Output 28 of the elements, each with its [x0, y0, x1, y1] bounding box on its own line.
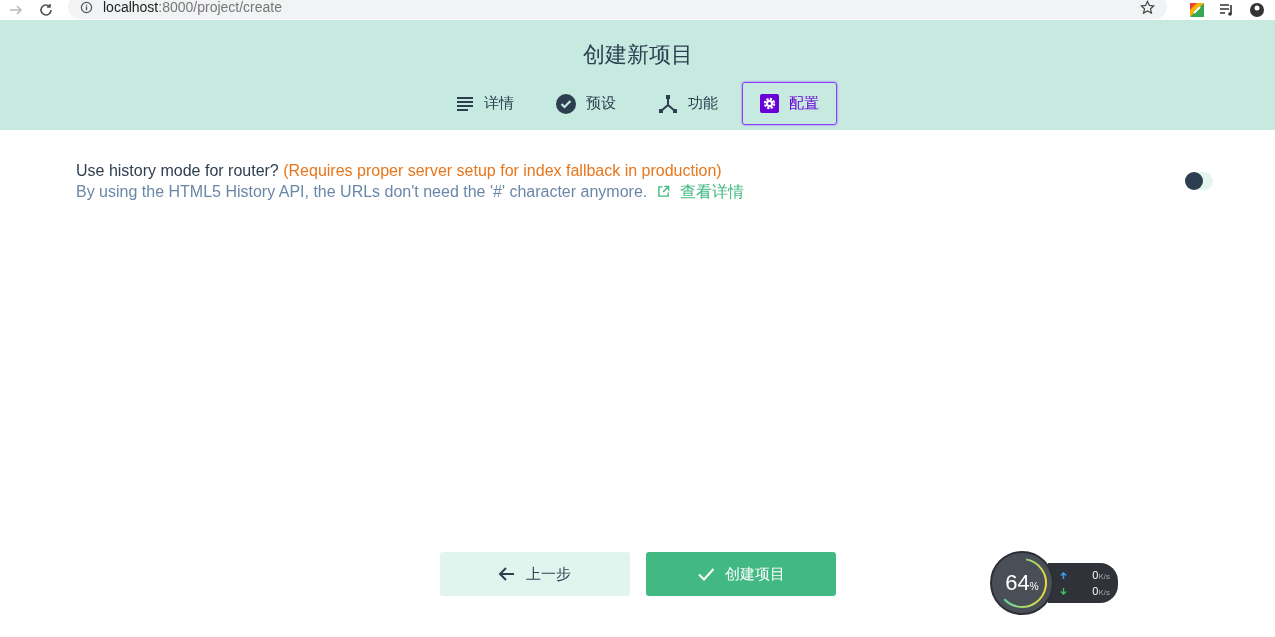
download-rate: 0K/s	[1092, 585, 1110, 597]
extension-icon[interactable]	[1189, 2, 1205, 18]
star-icon[interactable]	[1140, 0, 1155, 15]
info-icon[interactable]	[80, 0, 93, 14]
previous-button[interactable]: 上一步	[439, 552, 630, 596]
step-tab[interactable]: 预设	[538, 82, 634, 125]
list-icon	[456, 94, 474, 113]
media-icon[interactable]	[1219, 2, 1235, 18]
step-tab[interactable]: 功能	[640, 82, 736, 125]
step-tab[interactable]: 详情	[438, 82, 532, 125]
profile-icon[interactable]	[1249, 2, 1265, 18]
check-circle-icon	[556, 93, 576, 114]
fork-icon	[658, 93, 678, 114]
arrow-left-icon	[498, 565, 516, 583]
step-tab[interactable]: 配置	[742, 82, 837, 125]
address-bar[interactable]: localhost:8000/project/create	[68, 0, 1167, 19]
setting-label: Use history mode for router? (Requires proper server setup for index fallback in production)	[76, 161, 723, 181]
setting-description: By using the HTML5 History API, the URLs don't need the '#' character anymore.	[76, 182, 648, 202]
upload-rate: 0K/s	[1092, 569, 1110, 581]
toggle-switch[interactable]	[1185, 172, 1213, 190]
page-title: 创建新项目	[582, 41, 693, 69]
url-text: localhost:8000/project/create	[103, 0, 283, 15]
reload-icon[interactable]	[38, 2, 54, 18]
settings-icon	[760, 94, 779, 113]
upload-icon	[1060, 571, 1067, 579]
percent-value: 64%	[1005, 570, 1039, 596]
download-icon	[1060, 587, 1067, 595]
external-link-icon	[657, 185, 671, 198]
